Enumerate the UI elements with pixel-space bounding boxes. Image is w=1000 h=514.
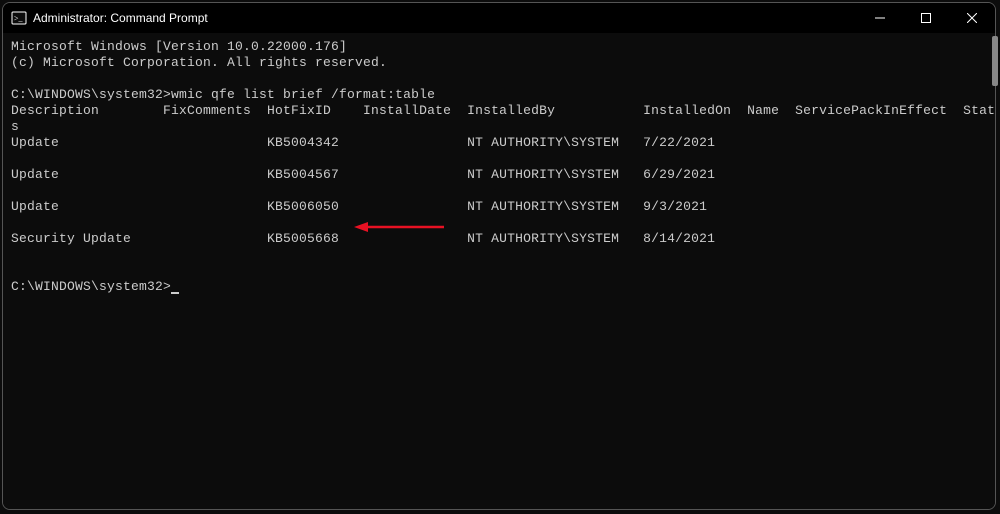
vertical-scrollbar[interactable]	[992, 36, 996, 86]
command-text: wmic qfe list brief /format:table	[171, 87, 435, 102]
banner-line-1: Microsoft Windows [Version 10.0.22000.17…	[11, 39, 347, 54]
table-row: Update KB5004342 NT AUTHORITY\SYSTEM 7/2…	[11, 135, 747, 150]
minimize-button[interactable]	[857, 3, 903, 33]
cursor	[171, 292, 179, 294]
close-button[interactable]	[949, 3, 995, 33]
window-controls	[857, 3, 995, 33]
prompt: C:\WINDOWS\system32>	[11, 87, 171, 102]
svg-text:>_: >_	[14, 14, 24, 23]
cmd-icon: >_	[11, 10, 27, 26]
header-wrap: s	[11, 119, 19, 134]
titlebar[interactable]: >_ Administrator: Command Prompt	[3, 3, 995, 33]
window-title: Administrator: Command Prompt	[33, 11, 208, 25]
table-row: Security Update KB5005668 NT AUTHORITY\S…	[11, 231, 747, 246]
command-prompt-window: >_ Administrator: Command Prompt Microso…	[2, 2, 996, 510]
table-row: Update KB5006050 NT AUTHORITY\SYSTEM 9/3…	[11, 199, 747, 214]
prompt: C:\WINDOWS\system32>	[11, 279, 171, 294]
table-row: Update KB5004567 NT AUTHORITY\SYSTEM 6/2…	[11, 167, 747, 182]
maximize-button[interactable]	[903, 3, 949, 33]
banner-line-2: (c) Microsoft Corporation. All rights re…	[11, 55, 387, 70]
terminal-output[interactable]: Microsoft Windows [Version 10.0.22000.17…	[3, 33, 995, 509]
table-header: Description FixComments HotFixID Install…	[11, 103, 995, 118]
